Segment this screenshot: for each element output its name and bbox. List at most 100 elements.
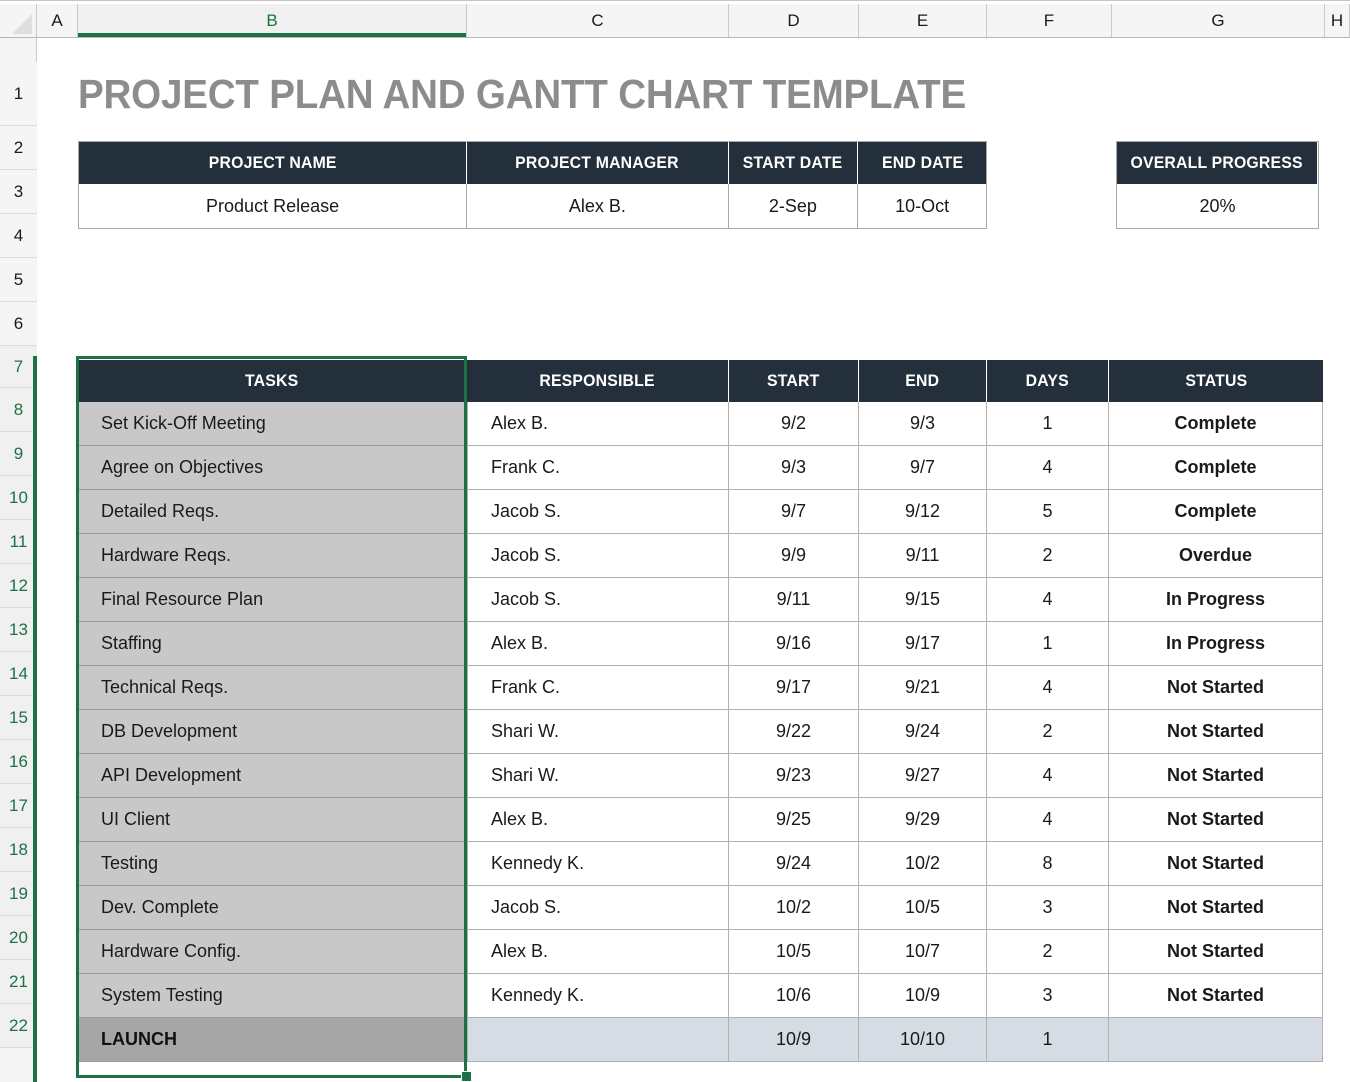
- column-header-c[interactable]: C: [467, 4, 729, 37]
- cell-task[interactable]: Staffing: [78, 622, 467, 666]
- cell-status[interactable]: Not Started: [1109, 798, 1323, 842]
- cell-task[interactable]: LAUNCH: [78, 1018, 467, 1062]
- cell-task[interactable]: UI Client: [78, 798, 467, 842]
- row-header-22[interactable]: 22: [0, 1004, 37, 1048]
- cell-task[interactable]: Technical Reqs.: [78, 666, 467, 710]
- cell-start[interactable]: 9/9: [729, 534, 859, 578]
- cell-responsible[interactable]: Kennedy K.: [467, 974, 729, 1018]
- cell-start[interactable]: 10/2: [729, 886, 859, 930]
- cell-end[interactable]: 9/3: [859, 402, 987, 446]
- cell-responsible[interactable]: Frank C.: [467, 666, 729, 710]
- cell-days[interactable]: 1: [987, 622, 1109, 666]
- cell-start[interactable]: 9/11: [729, 578, 859, 622]
- cell-responsible[interactable]: Alex B.: [467, 798, 729, 842]
- cell-start[interactable]: 9/25: [729, 798, 859, 842]
- row-header-5[interactable]: 5: [0, 258, 37, 302]
- cell-end[interactable]: 10/7: [859, 930, 987, 974]
- cell-status[interactable]: Not Started: [1109, 842, 1323, 886]
- cell-start[interactable]: 9/16: [729, 622, 859, 666]
- cell-task[interactable]: API Development: [78, 754, 467, 798]
- cell-status[interactable]: In Progress: [1109, 622, 1323, 666]
- row-header-14[interactable]: 14: [0, 652, 37, 696]
- cell-task[interactable]: System Testing: [78, 974, 467, 1018]
- column-header-a[interactable]: A: [37, 4, 78, 37]
- row-header-1[interactable]: 1: [0, 62, 37, 126]
- select-all-button[interactable]: [0, 4, 37, 37]
- cell-start[interactable]: 9/22: [729, 710, 859, 754]
- cell-status[interactable]: Not Started: [1109, 930, 1323, 974]
- cell-responsible[interactable]: Alex B.: [467, 622, 729, 666]
- row-header-7[interactable]: 7: [0, 346, 37, 388]
- cell-overall-progress-value[interactable]: 20%: [1117, 184, 1318, 228]
- cell-status[interactable]: Complete: [1109, 446, 1323, 490]
- cell-end-date[interactable]: 10-Oct: [858, 184, 986, 228]
- cell-days[interactable]: 1: [987, 1018, 1109, 1062]
- cell-status[interactable]: [1109, 1018, 1323, 1062]
- cell-end[interactable]: 9/24: [859, 710, 987, 754]
- cell-responsible[interactable]: Jacob S.: [467, 534, 729, 578]
- row-header-9[interactable]: 9: [0, 432, 37, 476]
- cell-task[interactable]: Hardware Reqs.: [78, 534, 467, 578]
- cell-start[interactable]: 9/7: [729, 490, 859, 534]
- cell-end[interactable]: 9/7: [859, 446, 987, 490]
- cell-start[interactable]: 9/24: [729, 842, 859, 886]
- cell-responsible[interactable]: Jacob S.: [467, 886, 729, 930]
- cell-responsible[interactable]: Jacob S.: [467, 490, 729, 534]
- row-header-10[interactable]: 10: [0, 476, 37, 520]
- cell-start[interactable]: 9/17: [729, 666, 859, 710]
- cell-days[interactable]: 5: [987, 490, 1109, 534]
- cell-end[interactable]: 9/17: [859, 622, 987, 666]
- cell-responsible[interactable]: Jacob S.: [467, 578, 729, 622]
- cell-task[interactable]: Hardware Config.: [78, 930, 467, 974]
- cell-status[interactable]: Complete: [1109, 490, 1323, 534]
- cell-task[interactable]: Detailed Reqs.: [78, 490, 467, 534]
- row-header-20[interactable]: 20: [0, 916, 37, 960]
- cell-status[interactable]: In Progress: [1109, 578, 1323, 622]
- column-header-d[interactable]: D: [729, 4, 859, 37]
- cell-responsible[interactable]: Kennedy K.: [467, 842, 729, 886]
- row-header-18[interactable]: 18: [0, 828, 37, 872]
- cell-task[interactable]: Testing: [78, 842, 467, 886]
- cell-end[interactable]: 9/29: [859, 798, 987, 842]
- cell-end[interactable]: 9/27: [859, 754, 987, 798]
- cell-start[interactable]: 10/5: [729, 930, 859, 974]
- row-header-17[interactable]: 17: [0, 784, 37, 828]
- cell-status[interactable]: Not Started: [1109, 974, 1323, 1018]
- cell-start[interactable]: 9/3: [729, 446, 859, 490]
- cell-responsible[interactable]: Alex B.: [467, 930, 729, 974]
- cell-responsible[interactable]: [467, 1018, 729, 1062]
- cell-days[interactable]: 8: [987, 842, 1109, 886]
- cell-responsible[interactable]: Shari W.: [467, 754, 729, 798]
- cell-days[interactable]: 2: [987, 710, 1109, 754]
- cell-status[interactable]: Complete: [1109, 402, 1323, 446]
- cell-task[interactable]: Set Kick-Off Meeting: [78, 402, 467, 446]
- row-header-4[interactable]: 4: [0, 214, 37, 258]
- row-header-15[interactable]: 15: [0, 696, 37, 740]
- row-header-12[interactable]: 12: [0, 564, 37, 608]
- cell-status[interactable]: Not Started: [1109, 886, 1323, 930]
- cell-days[interactable]: 4: [987, 666, 1109, 710]
- cell-start[interactable]: 10/6: [729, 974, 859, 1018]
- cell-end[interactable]: 10/2: [859, 842, 987, 886]
- column-header-b[interactable]: B: [78, 4, 467, 37]
- cell-days[interactable]: 4: [987, 798, 1109, 842]
- cell-responsible[interactable]: Alex B.: [467, 402, 729, 446]
- cell-end[interactable]: 10/5: [859, 886, 987, 930]
- cell-days[interactable]: 2: [987, 534, 1109, 578]
- cell-end[interactable]: 9/12: [859, 490, 987, 534]
- column-header-f[interactable]: F: [987, 4, 1112, 37]
- cell-days[interactable]: 3: [987, 886, 1109, 930]
- column-header-g[interactable]: G: [1112, 4, 1325, 37]
- cell-task[interactable]: Agree on Objectives: [78, 446, 467, 490]
- cell-end[interactable]: 10/10: [859, 1018, 987, 1062]
- cell-days[interactable]: 4: [987, 578, 1109, 622]
- column-header-h[interactable]: H: [1325, 4, 1350, 37]
- row-header-2[interactable]: 2: [0, 126, 37, 170]
- cell-status[interactable]: Not Started: [1109, 754, 1323, 798]
- row-header-6[interactable]: 6: [0, 302, 37, 346]
- cell-task[interactable]: Dev. Complete: [78, 886, 467, 930]
- cell-start[interactable]: 9/23: [729, 754, 859, 798]
- column-header-e[interactable]: E: [859, 4, 987, 37]
- cell-days[interactable]: 3: [987, 974, 1109, 1018]
- cell-days[interactable]: 2: [987, 930, 1109, 974]
